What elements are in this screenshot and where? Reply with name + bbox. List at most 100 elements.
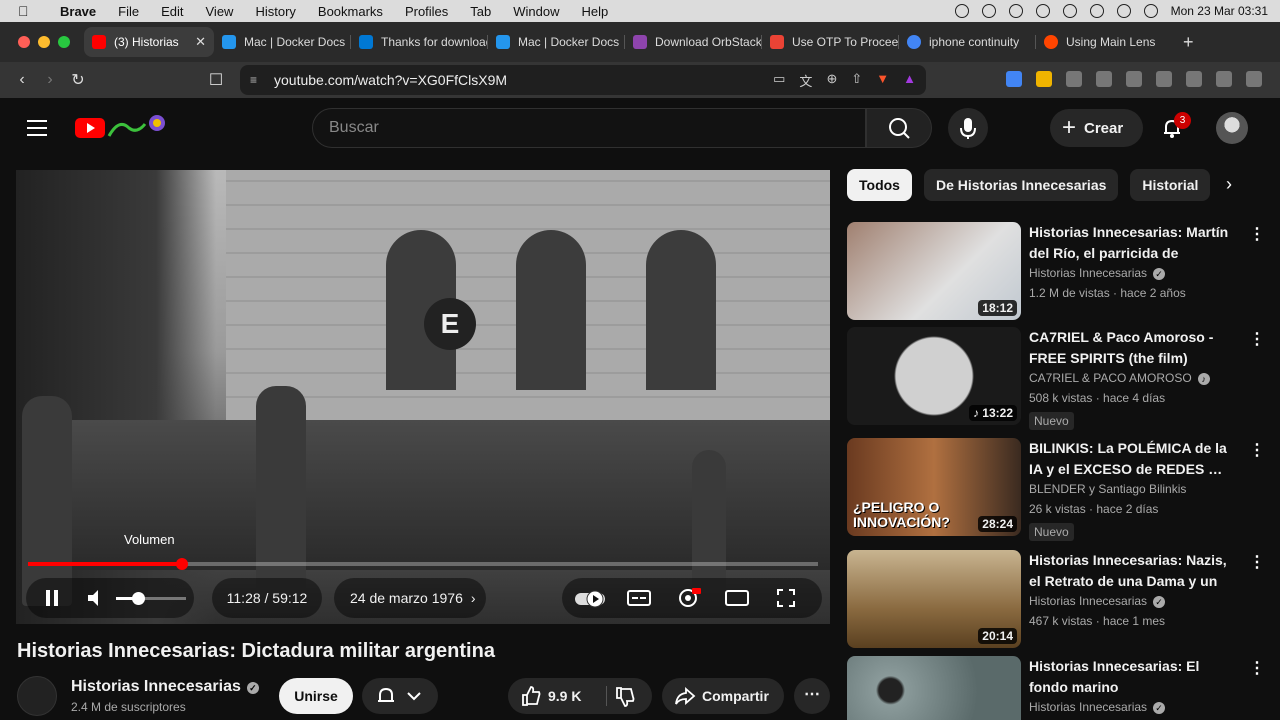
bookmark-icon[interactable]: ☐ <box>202 70 230 90</box>
subtitles-icon[interactable] <box>626 586 652 610</box>
video-player[interactable]: E Volumen 11:28 / 59:12 24 de marzo 1976… <box>16 170 830 624</box>
control-center-icon[interactable] <box>1143 4 1158 18</box>
menu-history[interactable]: History <box>255 4 295 19</box>
voice-search-button[interactable] <box>948 108 988 148</box>
more-options-icon[interactable]: ⋮ <box>1249 440 1265 460</box>
recommendation-title[interactable]: Historias Innecesarias: El fondo marino <box>1029 656 1239 698</box>
video-thumbnail[interactable]: ¿PELIGRO O INNOVACIÓN? 28:24 <box>847 438 1021 536</box>
browser-tab[interactable]: (3) Historias ✕ <box>84 27 214 57</box>
zoom-window-button[interactable] <box>58 36 70 48</box>
menu-icon[interactable] <box>1246 71 1262 87</box>
recommendation-channel[interactable]: Historias Innecesarias ✓ <box>1029 594 1166 608</box>
video-thumbnail[interactable]: 18:12 <box>847 222 1021 320</box>
screenshot-extension-icon[interactable] <box>1096 71 1112 87</box>
minimize-window-button[interactable] <box>38 36 50 48</box>
battery-icon[interactable] <box>1089 4 1104 18</box>
status-icon[interactable] <box>1035 4 1050 18</box>
recommendation-title[interactable]: CA7RIEL & Paco Amoroso - FREE SPIRITS (t… <box>1029 327 1239 369</box>
menubar-clock[interactable]: Mon 23 Mar 03:31 <box>1171 4 1268 18</box>
account-avatar[interactable] <box>1216 112 1248 144</box>
chapter-button[interactable]: 24 de marzo 1976 › <box>334 578 486 618</box>
menu-tab[interactable]: Tab <box>470 4 491 19</box>
subscription-bell-button[interactable] <box>362 678 438 714</box>
video-thumbnail[interactable]: ♪ 13:22 <box>847 327 1021 425</box>
more-options-icon[interactable]: ⋮ <box>1249 658 1265 678</box>
sidebar-icon[interactable] <box>1156 71 1172 87</box>
menu-file[interactable]: File <box>118 4 139 19</box>
more-options-icon[interactable]: ⋮ <box>1249 224 1265 244</box>
channel-name-text[interactable]: Historias Innecesarias <box>71 678 241 695</box>
thumbs-down-icon[interactable] <box>614 686 636 708</box>
search-input[interactable]: Buscar <box>312 108 866 148</box>
recommendation-channel-text[interactable]: Historias Innecesarias <box>1029 594 1147 608</box>
address-bar[interactable]: ≡ youtube.com/watch?v=XG0FfClsX9M ▭ 文 ⊕ … <box>240 65 926 95</box>
recommendation-channel-text[interactable]: Historias Innecesarias <box>1029 266 1147 280</box>
brave-rewards-icon[interactable]: ▲ <box>903 71 916 90</box>
chip-channel[interactable]: De Historias Innecesarias <box>923 169 1119 201</box>
menu-help[interactable]: Help <box>582 4 609 19</box>
recommendation-channel-text[interactable]: CA7RIEL & PACO AMOROSO <box>1029 371 1192 385</box>
recommendation-item[interactable]: 18:12 Historias Innecesarias: Martín del… <box>847 222 1280 322</box>
video-thumbnail[interactable]: 20:14 <box>847 550 1021 648</box>
progress-bar[interactable] <box>28 558 818 570</box>
url-text[interactable]: youtube.com/watch?v=XG0FfClsX9M <box>274 72 507 88</box>
menu-view[interactable]: View <box>206 4 234 19</box>
menu-window[interactable]: Window <box>513 4 559 19</box>
puzzle-extension-icon[interactable] <box>1066 71 1082 87</box>
browser-tab[interactable]: Download OrbStack <box>625 27 762 57</box>
channel-avatar[interactable] <box>17 676 57 716</box>
recommendation-channel[interactable]: Historias Innecesarias ✓ <box>1029 266 1166 280</box>
settings-gear-icon[interactable] <box>676 586 702 610</box>
volume-icon[interactable] <box>84 586 108 610</box>
menu-edit[interactable]: Edit <box>161 4 183 19</box>
forward-icon[interactable]: › <box>36 71 64 89</box>
vpn-icon[interactable] <box>1216 71 1232 87</box>
recommendation-channel-text[interactable]: Historias Innecesarias <box>1029 700 1147 714</box>
status-icon[interactable] <box>954 4 969 18</box>
reload-icon[interactable]: ↻ <box>64 70 92 90</box>
recommendation-title[interactable]: BILINKIS: La POLÉMICA de la IA y el EXCE… <box>1029 438 1239 480</box>
wifi-icon[interactable] <box>1062 4 1077 18</box>
video-thumbnail[interactable] <box>847 656 1021 720</box>
channel-name[interactable]: Historias Innecesarias ✓ <box>71 678 259 696</box>
zoom-icon[interactable]: ⊕ <box>826 71 837 90</box>
volume-knob[interactable] <box>132 591 145 605</box>
youtube-logo[interactable] <box>75 114 167 142</box>
menu-app-name[interactable]: Brave <box>60 4 96 19</box>
wallet-extension-icon[interactable] <box>1036 71 1052 87</box>
browser-tab[interactable]: Thanks for downloading <box>351 27 488 57</box>
chips-next-chevron-icon[interactable]: › <box>1226 174 1232 195</box>
chip-all[interactable]: Todos <box>847 169 912 201</box>
volume-icon[interactable] <box>1116 4 1131 18</box>
status-icon[interactable] <box>1008 4 1023 18</box>
chip-history[interactable]: Historial <box>1130 169 1211 201</box>
back-icon[interactable]: ‹ <box>8 71 36 89</box>
recommendation-item[interactable]: 20:14 Historias Innecesarias: Nazis, el … <box>847 550 1280 650</box>
search-button[interactable] <box>866 108 932 148</box>
more-actions-button[interactable]: ⋯ <box>794 678 830 714</box>
browser-tab[interactable]: Mac | Docker Docs <box>214 27 351 57</box>
leo-ai-icon[interactable] <box>1186 71 1202 87</box>
theater-mode-icon[interactable] <box>724 586 750 610</box>
browser-tab[interactable]: Use OTP To Proceed <box>762 27 899 57</box>
volume-slider[interactable] <box>116 591 186 605</box>
fullscreen-icon[interactable] <box>774 586 798 610</box>
autoplay-toggle[interactable] <box>574 586 608 610</box>
new-tab-button[interactable]: + <box>1183 32 1194 53</box>
browser-tab[interactable]: iphone continuity <box>899 27 1036 57</box>
browser-tab[interactable]: Using Main Lens <box>1036 27 1173 57</box>
translate-icon[interactable]: 文 <box>799 71 812 90</box>
menu-profiles[interactable]: Profiles <box>405 4 448 19</box>
recommendation-title[interactable]: Historias Innecesarias: Martín del Río, … <box>1029 222 1239 264</box>
browser-tab[interactable]: Mac | Docker Docs <box>488 27 625 57</box>
recommendation-channel[interactable]: Historias Innecesarias ✓ <box>1029 700 1166 714</box>
cast-icon[interactable]: ▭ <box>773 71 785 90</box>
menu-bookmarks[interactable]: Bookmarks <box>318 4 383 19</box>
close-tab-icon[interactable]: ✕ <box>195 34 206 50</box>
translate-extension-icon[interactable] <box>1006 71 1022 87</box>
recommendation-title[interactable]: Historias Innecesarias: Nazis, el Retrat… <box>1029 550 1239 592</box>
apple-icon[interactable]:  <box>18 3 34 19</box>
recommendation-item[interactable]: ¿PELIGRO O INNOVACIÓN? 28:24 BILINKIS: La… <box>847 438 1280 541</box>
recommendation-channel[interactable]: BLENDER y Santiago Bilinkis <box>1029 482 1186 496</box>
pause-icon[interactable] <box>40 586 64 610</box>
